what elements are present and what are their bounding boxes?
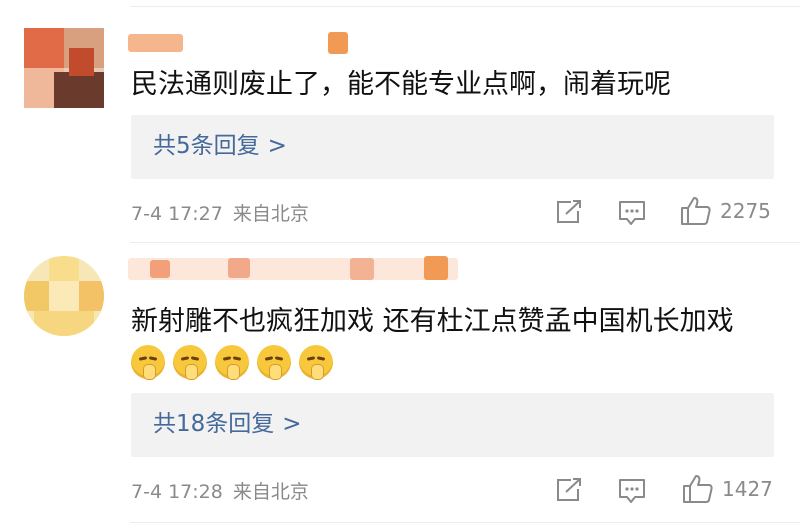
avatar[interactable] [24, 256, 104, 336]
replies-label: 共5条回复 [153, 133, 260, 159]
shush-emoji-icon [299, 345, 333, 380]
replies-link[interactable]: 共18条回复 > [153, 407, 302, 441]
emoji-row [131, 345, 333, 380]
shush-emoji-icon [257, 345, 291, 380]
thumbs-up-icon [683, 475, 713, 503]
comment-text: 新射雕不也疯狂加戏 还有杜江点赞孟中国机长加戏 [131, 306, 734, 337]
share-icon [557, 200, 581, 223]
comment-divider [130, 242, 800, 243]
comment-button[interactable] [617, 199, 647, 227]
comment-meta: 7-4 17:27 来自北京 [131, 199, 309, 226]
shush-emoji-icon [215, 345, 249, 380]
top-divider [130, 6, 800, 7]
shush-emoji-icon [131, 345, 165, 380]
replies-label: 共18条回复 [153, 411, 275, 437]
share-button[interactable] [555, 199, 583, 225]
comment-location: 来自北京 [232, 481, 309, 503]
username-blurred[interactable] [128, 28, 468, 58]
comment-meta: 7-4 17:28 来自北京 [131, 477, 309, 504]
replies-link[interactable]: 共5条回复 > [153, 129, 287, 163]
avatar[interactable] [24, 28, 104, 108]
username-blurred[interactable] [128, 254, 468, 284]
like-button[interactable]: 2275 [680, 196, 771, 226]
shush-emoji-icon [173, 345, 207, 380]
like-count: 2275 [720, 199, 771, 223]
replies-box[interactable]: 共5条回复 > [131, 115, 774, 179]
comment-divider [130, 522, 800, 523]
comment-timestamp: 7-4 17:27 [131, 203, 223, 225]
comment-location: 来自北京 [232, 203, 309, 225]
thumbs-up-icon [681, 197, 711, 225]
share-button[interactable] [555, 477, 583, 503]
comment-timestamp: 7-4 17:28 [131, 481, 223, 503]
comment-icon [619, 479, 645, 503]
comment-text: 民法通则废止了，能不能专业点啊，闹着玩呢 [131, 69, 671, 100]
chevron-right-icon: > [282, 411, 302, 437]
comment-icon [619, 201, 645, 225]
share-icon [557, 478, 581, 501]
replies-box[interactable]: 共18条回复 > [131, 393, 774, 457]
chevron-right-icon: > [267, 133, 287, 159]
like-count: 1427 [722, 477, 773, 501]
like-button[interactable]: 1427 [682, 474, 773, 504]
comment-button[interactable] [617, 477, 647, 505]
